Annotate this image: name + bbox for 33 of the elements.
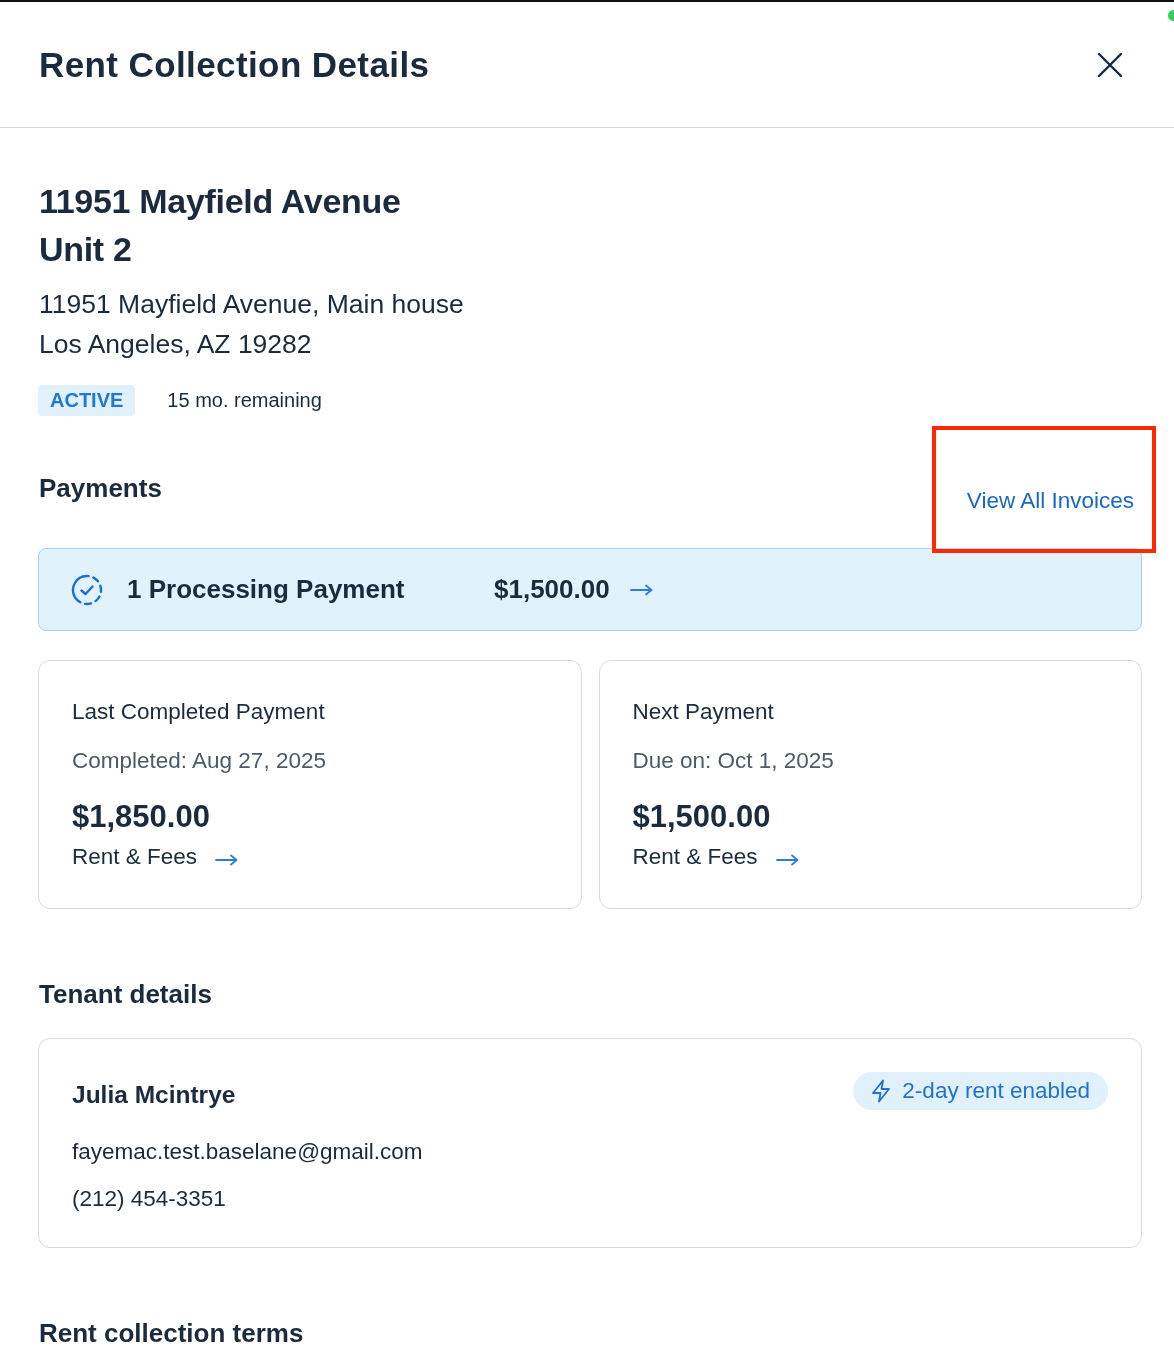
processing-label: 1 Processing Payment: [127, 574, 406, 605]
arrow-right-icon: [775, 854, 799, 866]
address-line: Los Angeles, AZ 19282: [39, 328, 312, 361]
address-line: 11951 Mayfield Avenue, Main house: [39, 288, 464, 321]
tenant-name: Julia Mcintrye: [72, 1080, 236, 1110]
tenant-phone: (212) 454-3351: [72, 1185, 226, 1213]
payment-amount: $1,500.00: [632, 798, 771, 836]
card-title: Last Completed Payment: [72, 698, 325, 726]
processing-payment-banner[interactable]: 1 Processing Payment $1,500.00: [38, 548, 1142, 631]
section-heading: Payments: [39, 472, 162, 504]
close-icon: [1097, 51, 1123, 78]
status-badge: ACTIVE: [38, 385, 136, 416]
rent-fees-link[interactable]: Rent & Fees: [632, 843, 799, 871]
payment-date: Completed: Aug 27, 2025: [72, 747, 326, 775]
view-all-invoices-link[interactable]: View All Invoices: [966, 487, 1134, 515]
processing-amount: $1,500.00: [494, 574, 610, 605]
arrow-right-icon: [629, 583, 653, 596]
arrow-right-icon: [215, 854, 239, 866]
badge-label: 2-day rent enabled: [902, 1078, 1090, 1104]
lightning-icon: [871, 1079, 892, 1103]
unit-name: Unit 2: [39, 229, 132, 270]
dashed-circle-check-icon: [71, 573, 103, 606]
section-heading: Tenant details: [39, 978, 212, 1010]
window-title: Rent Collection Details: [39, 44, 430, 85]
property-name: 11951 Mayfield Avenue: [39, 181, 401, 222]
payment-amount: $1,850.00: [72, 798, 210, 836]
tenant-email: fayemac.test.baselane@gmail.com: [72, 1138, 423, 1166]
lease-remaining-text: 15 mo. remaining: [167, 389, 322, 412]
payment-date: Due on: Oct 1, 2025: [632, 747, 834, 775]
close-button[interactable]: [1097, 51, 1123, 78]
section-heading: Rent collection terms: [39, 1317, 304, 1349]
card-title: Next Payment: [632, 698, 774, 726]
rent-fees-link[interactable]: Rent & Fees: [72, 843, 239, 871]
